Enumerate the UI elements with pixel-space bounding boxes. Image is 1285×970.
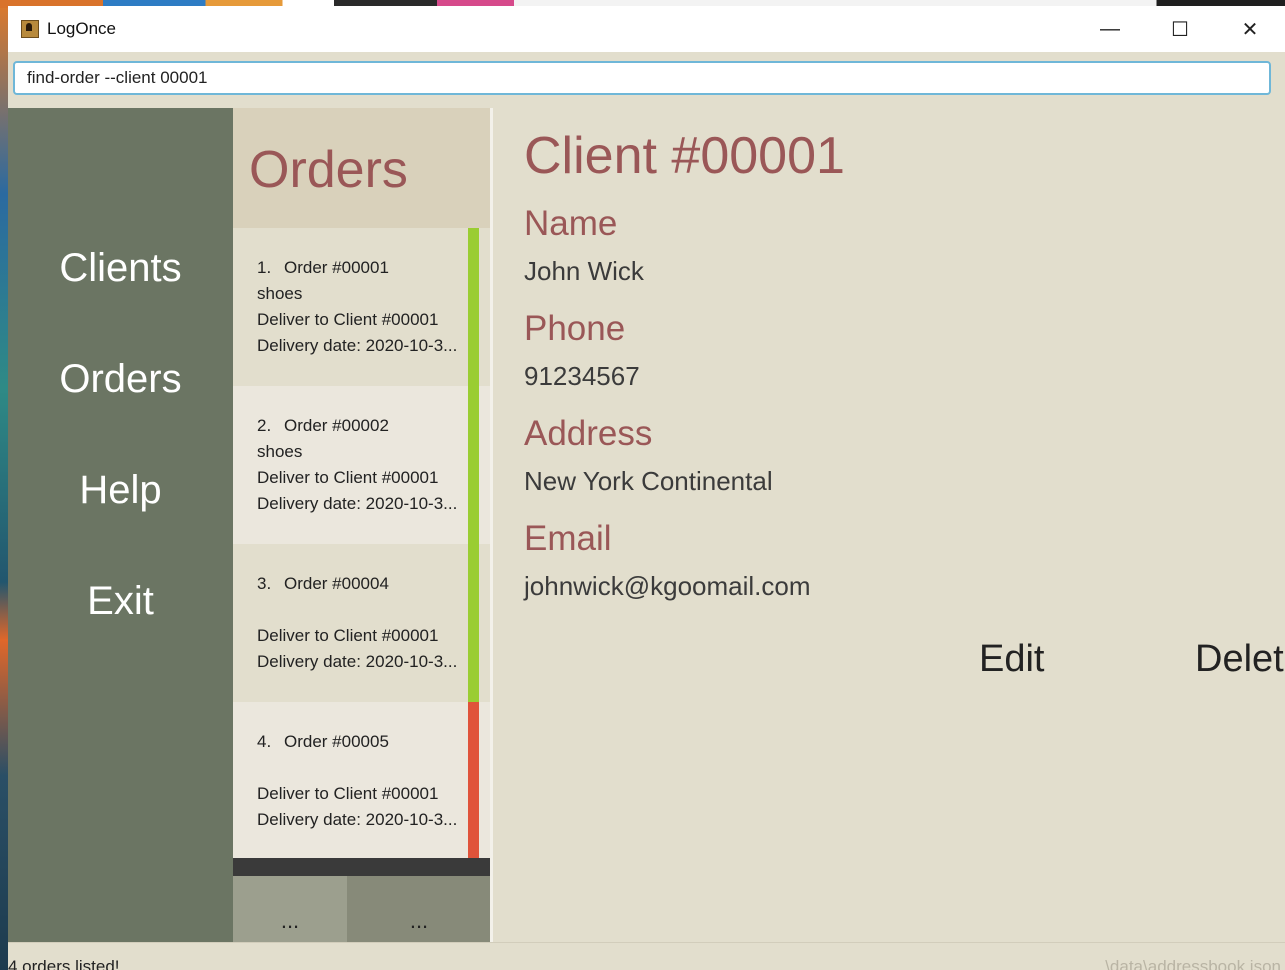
command-input[interactable] xyxy=(13,61,1271,95)
orders-scrollbar[interactable] xyxy=(233,858,491,876)
order-title: Order #00002 xyxy=(284,416,389,435)
order-delivery-date: Delivery date: 2020-10-3... xyxy=(257,336,458,355)
title-bar: LogOnce — ☐ ✕ xyxy=(8,6,1285,52)
status-message: 4 orders listed! xyxy=(8,957,120,970)
command-bar xyxy=(8,52,1285,108)
order-title: Order #00001 xyxy=(284,258,389,277)
address-label: Address xyxy=(524,414,653,453)
address-value: New York Continental xyxy=(524,466,773,496)
email-value: johnwick@kgoomail.com xyxy=(524,571,811,601)
order-status-stripe xyxy=(468,702,479,860)
order-index: 1. xyxy=(257,258,272,277)
phone-value: 91234567 xyxy=(524,361,640,391)
status-file-path: \data\addressbook.json xyxy=(1105,957,1281,970)
order-deliver-to: Deliver to Client #00001 xyxy=(257,784,439,803)
name-label: Name xyxy=(524,204,618,243)
close-button[interactable]: ✕ xyxy=(1215,6,1285,52)
order-title-line: 1. Order #00001 xyxy=(257,258,389,278)
order-index: 2. xyxy=(257,416,272,435)
sidebar-nav: Clients Orders Help Exit xyxy=(8,108,233,942)
order-card[interactable]: 2. Order #00002 shoes Deliver to Client #… xyxy=(233,386,491,544)
more-button-right[interactable]: ... xyxy=(347,876,491,942)
app-logo-icon xyxy=(21,20,39,38)
orders-header: Orders xyxy=(233,108,491,228)
order-deliver-to: Deliver to Client #00001 xyxy=(257,626,439,645)
nav-item-orders[interactable]: Orders xyxy=(8,357,233,402)
phone-label: Phone xyxy=(524,309,626,348)
nav-item-exit[interactable]: Exit xyxy=(8,579,233,624)
more-button-left[interactable]: ... xyxy=(233,876,347,942)
order-description: shoes xyxy=(257,284,303,303)
order-delivery-date: Delivery date: 2020-10-3... xyxy=(257,494,458,513)
order-title: Order #00005 xyxy=(284,732,389,751)
order-deliver-to: Deliver to Client #00001 xyxy=(257,468,439,487)
order-status-stripe xyxy=(468,386,479,544)
order-status-stripe xyxy=(468,544,479,702)
maximize-button[interactable]: ☐ xyxy=(1145,6,1215,52)
delete-button[interactable]: Delete xyxy=(1195,638,1285,681)
orders-panel: Orders 1. Order #00001 shoes Deliver to C… xyxy=(233,108,491,942)
order-index: 4. xyxy=(257,732,272,751)
order-delivery-date: Delivery date: 2020-10-3... xyxy=(257,652,458,671)
order-card[interactable]: 4. Order #00005 Deliver to Client #00001 … xyxy=(233,702,491,860)
app-window: LogOnce — ☐ ✕ Clients Orders Help Exit O… xyxy=(8,6,1285,970)
order-description: shoes xyxy=(257,442,303,461)
edit-button[interactable]: Edit xyxy=(979,638,1044,681)
client-title: Client #00001 xyxy=(524,127,845,185)
order-title-line: 2. Order #00002 xyxy=(257,416,389,436)
order-title-line: 4. Order #00005 xyxy=(257,732,389,752)
order-status-stripe xyxy=(468,228,479,386)
name-value: John Wick xyxy=(524,256,644,286)
order-title-line: 3. Order #00004 xyxy=(257,574,389,594)
order-title: Order #00004 xyxy=(284,574,389,593)
minimize-button[interactable]: — xyxy=(1075,6,1145,52)
orders-title: Orders xyxy=(249,141,408,199)
window-controls: — ☐ ✕ xyxy=(1075,6,1285,52)
order-delivery-date: Delivery date: 2020-10-3... xyxy=(257,810,458,829)
order-card[interactable]: 3. Order #00004 Deliver to Client #00001 … xyxy=(233,544,491,702)
nav-item-clients[interactable]: Clients xyxy=(8,246,233,291)
window-title: LogOnce xyxy=(47,19,116,38)
order-deliver-to: Deliver to Client #00001 xyxy=(257,310,439,329)
status-bar: 4 orders listed! \data\addressbook.json xyxy=(8,942,1285,970)
nav-item-help[interactable]: Help xyxy=(8,468,233,513)
client-detail-panel: Client #00001 Name John Wick Phone 91234… xyxy=(493,108,1285,942)
order-index: 3. xyxy=(257,574,272,593)
email-label: Email xyxy=(524,519,612,558)
order-card[interactable]: 1. Order #00001 shoes Deliver to Client #… xyxy=(233,228,491,386)
